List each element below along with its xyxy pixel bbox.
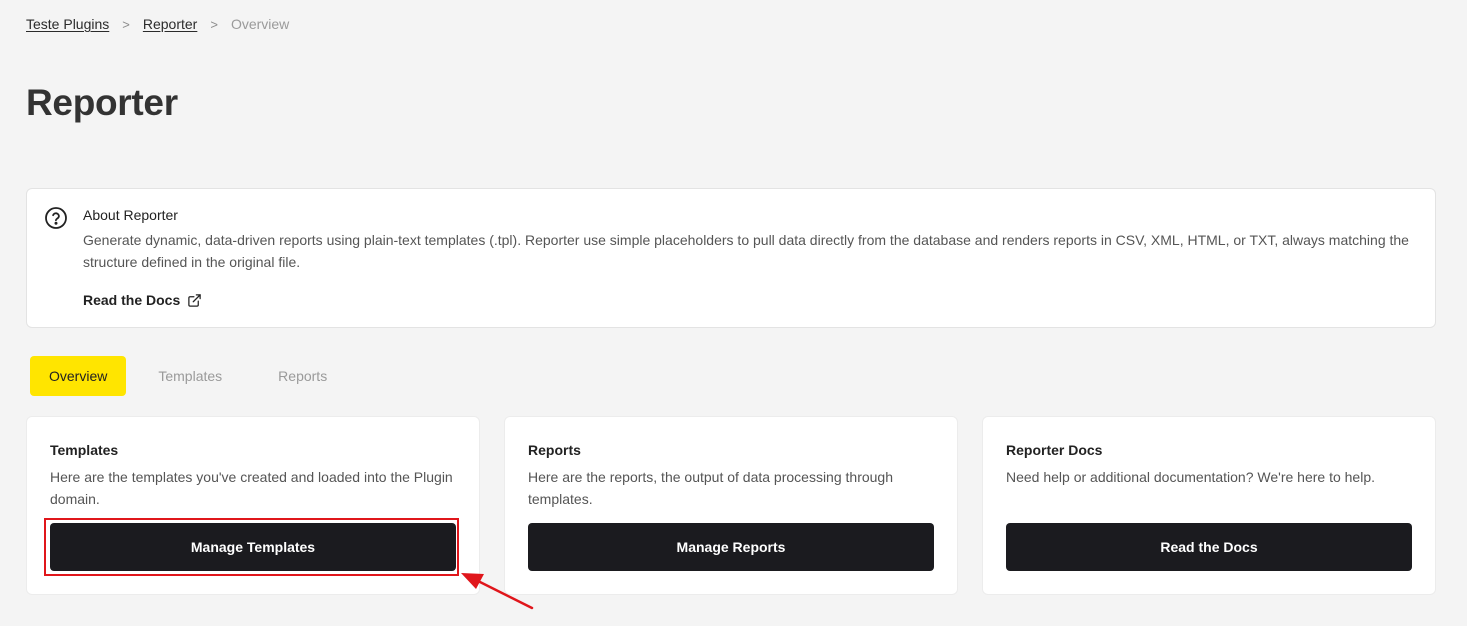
breadcrumb-separator: > (210, 16, 218, 32)
card-title: Reporter Docs (1006, 442, 1103, 458)
card-description: Here are the templates you've created an… (50, 469, 453, 507)
card-description: Need help or additional documentation? W… (1006, 469, 1375, 485)
card-title: Reports (528, 442, 581, 458)
page-title: Reporter (26, 82, 178, 123)
manage-reports-button[interactable]: Manage Reports (528, 523, 934, 571)
card-description: Here are the reports, the output of data… (528, 469, 894, 507)
tab-bar: Overview Templates Reports (30, 356, 346, 396)
read-the-docs-button[interactable]: Read the Docs (1006, 523, 1412, 571)
reports-card: Reports Here are the reports, the output… (504, 416, 958, 595)
read-the-docs-label: Read the Docs (83, 292, 181, 308)
tab-reports[interactable]: Reports (259, 356, 346, 396)
templates-card: Templates Here are the templates you've … (26, 416, 480, 595)
manage-templates-button[interactable]: Manage Templates (50, 523, 456, 571)
breadcrumb-link-reporter[interactable]: Reporter (143, 16, 197, 32)
breadcrumb-separator: > (122, 16, 130, 32)
about-panel: About Reporter Generate dynamic, data-dr… (26, 188, 1436, 328)
reporter-docs-card: Reporter Docs Need help or additional do… (982, 416, 1436, 595)
breadcrumb: Teste Plugins > Reporter > Overview (26, 16, 289, 32)
question-circle-icon (44, 206, 68, 230)
about-description: Generate dynamic, data-driven reports us… (83, 232, 1409, 270)
external-link-icon (188, 293, 201, 307)
read-the-docs-link[interactable]: Read the Docs (83, 292, 202, 308)
annotation-arrow-icon (461, 573, 534, 610)
breadcrumb-current: Overview (230, 16, 290, 32)
tab-templates[interactable]: Templates (139, 356, 241, 396)
about-title: About Reporter (83, 207, 178, 223)
page: Teste Plugins > Reporter > Overview Repo… (0, 0, 1467, 626)
breadcrumb-link-teste-plugins[interactable]: Teste Plugins (26, 16, 109, 32)
card-title: Templates (50, 442, 119, 458)
tab-overview[interactable]: Overview (30, 356, 127, 396)
